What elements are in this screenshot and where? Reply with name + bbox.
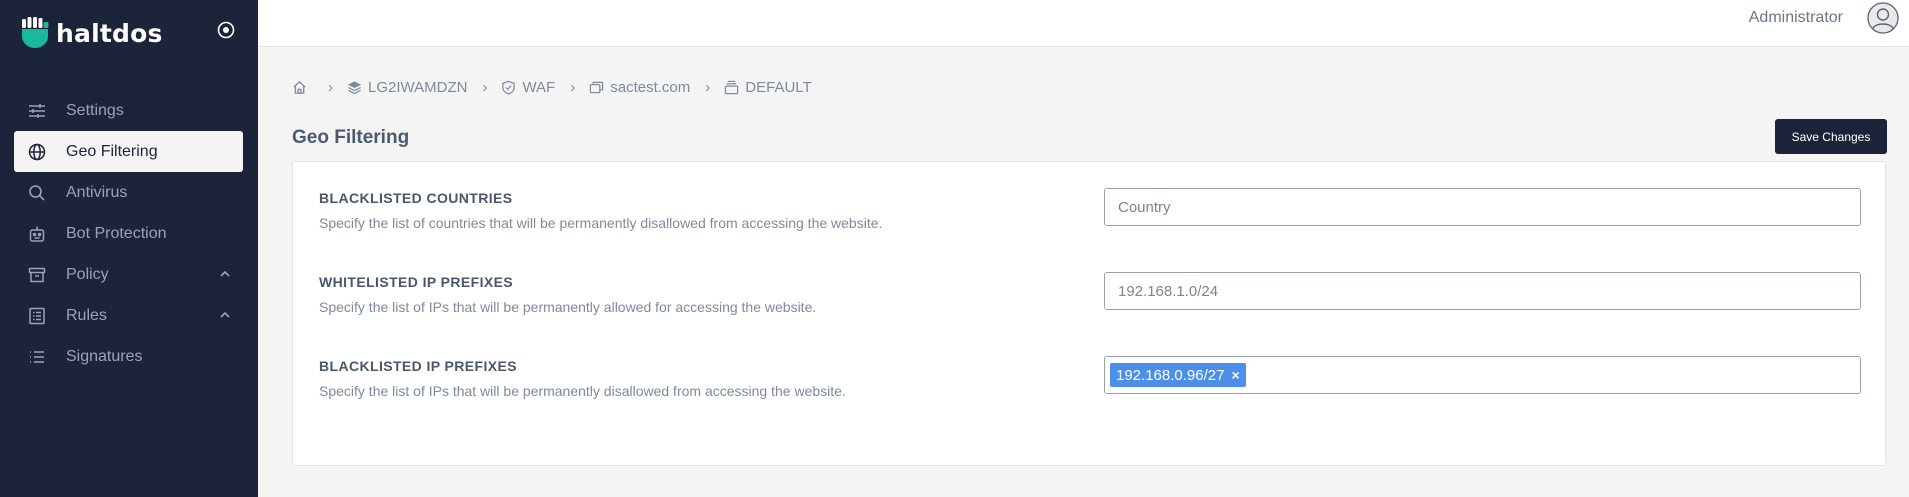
windows-icon: [590, 81, 604, 93]
breadcrumb-label: sactest.com: [610, 78, 691, 96]
sidebar-item-label: Rules: [66, 306, 107, 324]
page-title: Geo Filtering: [292, 127, 410, 148]
whitelisted-ip-input[interactable]: 192.168.1.0/24: [1104, 272, 1861, 310]
sidebar-item-label: Settings: [66, 101, 124, 119]
breadcrumb-separator: ›: [570, 78, 576, 96]
blacklisted-countries-description: Specify the list of countries that will …: [319, 215, 883, 231]
stack-icon: [725, 80, 739, 94]
sidebar-item-settings[interactable]: Settings: [14, 90, 243, 131]
user-name[interactable]: Administrator: [1749, 9, 1843, 27]
blacklisted-ip-description: Specify the list of IPs that will be per…: [319, 383, 846, 399]
whitelisted-ip-title: WHITELISTED IP PREFIXES: [319, 274, 514, 290]
archive-icon: [27, 265, 46, 284]
sidebar-nav: Settings Geo Filtering Antivirus Bot Pro…: [14, 90, 243, 377]
sidebar-item-antivirus[interactable]: Antivirus: [14, 172, 243, 213]
list-icon: [27, 306, 46, 325]
breadcrumb-tenant[interactable]: LG2IWAMDZN: [347, 79, 467, 96]
ip-tag: 192.168.0.96/27 ×: [1110, 363, 1246, 387]
chevron-up-icon: [220, 270, 230, 277]
sidebar-toggle-button[interactable]: [215, 19, 237, 41]
save-changes-button[interactable]: Save Changes: [1775, 119, 1887, 154]
sidebar-item-rules[interactable]: Rules: [14, 295, 243, 336]
user-avatar-icon[interactable]: [1867, 2, 1899, 34]
shield-icon: [502, 80, 516, 95]
target-icon: [217, 21, 235, 39]
breadcrumb: › LG2IWAMDZN › WAF › sactest.com › DEFAU…: [292, 76, 812, 98]
breadcrumb-label: LG2IWAMDZN: [368, 78, 468, 96]
breadcrumb-separator: ›: [328, 78, 333, 96]
robot-icon: [27, 224, 46, 243]
input-placeholder: Country: [1118, 198, 1171, 216]
blacklisted-countries-title: BLACKLISTED COUNTRIES: [319, 190, 513, 206]
layers-icon: [347, 80, 362, 94]
tag-remove-icon[interactable]: ×: [1231, 367, 1239, 383]
top-bar: Administrator: [258, 0, 1909, 47]
input-placeholder: 192.168.1.0/24: [1118, 282, 1219, 300]
blacklisted-ip-input[interactable]: 192.168.0.96/27 ×: [1104, 356, 1861, 394]
sidebar-item-label: Signatures: [66, 347, 143, 365]
brand-logo[interactable]: haltdos: [21, 16, 163, 50]
brand-name: haltdos: [56, 18, 163, 48]
breadcrumb-profile[interactable]: DEFAULT: [724, 78, 812, 96]
sidebar-item-bot-protection[interactable]: Bot Protection: [14, 213, 243, 254]
globe-icon: [27, 142, 46, 161]
sidebar-item-label: Geo Filtering: [66, 142, 158, 160]
geo-filtering-card: BLACKLISTED COUNTRIES Specify the list o…: [292, 161, 1886, 466]
sliders-icon: [27, 101, 46, 120]
fist-logo-icon: [22, 17, 49, 48]
breadcrumb-label: WAF: [522, 78, 556, 96]
blacklisted-countries-input[interactable]: Country: [1104, 188, 1861, 226]
breadcrumb-site[interactable]: sactest.com: [589, 79, 690, 96]
home-icon: [293, 80, 306, 94]
sidebar-item-label: Policy: [66, 265, 109, 283]
breadcrumb-waf[interactable]: WAF: [501, 79, 555, 96]
sidebar: haltdos Settings Geo Filtering Antivirus…: [0, 0, 258, 497]
sidebar-item-policy[interactable]: Policy: [14, 254, 243, 295]
sidebar-item-label: Bot Protection: [66, 224, 167, 242]
blacklisted-ip-title: BLACKLISTED IP PREFIXES: [319, 358, 517, 374]
whitelisted-ip-description: Specify the list of IPs that will be per…: [319, 299, 817, 315]
bullet-list-icon: [27, 347, 46, 366]
breadcrumb-separator: ›: [482, 78, 488, 96]
breadcrumb-label: DEFAULT: [745, 78, 812, 96]
sidebar-item-signatures[interactable]: Signatures: [14, 336, 243, 377]
sidebar-item-geo-filtering[interactable]: Geo Filtering: [14, 131, 243, 172]
chevron-up-icon: [220, 311, 230, 318]
search-icon: [27, 183, 46, 202]
breadcrumb-separator: ›: [705, 78, 711, 96]
breadcrumb-home[interactable]: [292, 80, 313, 95]
ip-tag-label: 192.168.0.96/27: [1116, 366, 1225, 384]
sidebar-item-label: Antivirus: [66, 183, 128, 201]
